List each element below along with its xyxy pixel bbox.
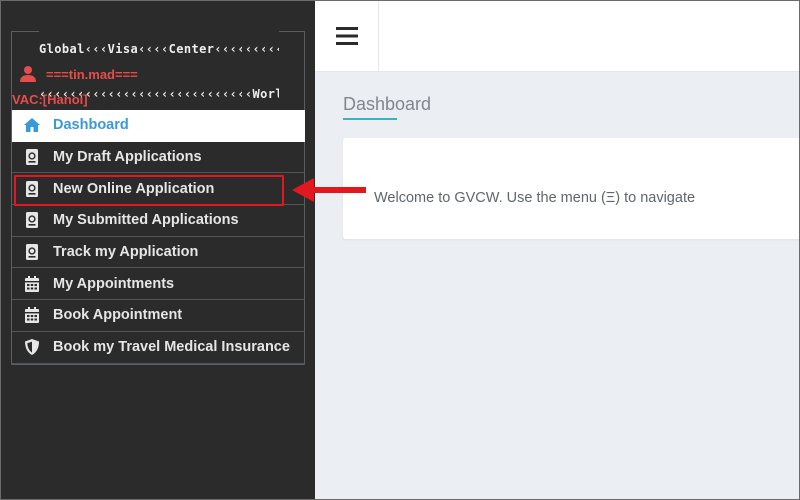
sidebar-item-label: Dashboard xyxy=(53,117,129,134)
brand-line-1: Global‹‹‹Visa‹‹‹‹Center‹‹‹‹‹‹‹‹‹ xyxy=(39,42,279,56)
user-info[interactable]: ===tin.mad=== xyxy=(19,63,138,85)
sidebar-item-track-my-application[interactable]: Track my Application xyxy=(12,237,305,269)
sidebar-item-label: My Draft Applications xyxy=(53,149,202,166)
top-bar xyxy=(315,1,799,72)
shield-icon xyxy=(25,339,39,356)
sidebar-item-label: Book my Travel Medical Insurance xyxy=(53,339,290,356)
passport-icon xyxy=(26,244,38,261)
vac-location: VAC:[Hanoi] xyxy=(12,92,88,107)
page-title: Dashboard xyxy=(343,94,432,114)
passport-icon xyxy=(26,180,38,197)
welcome-card: Welcome to GVCW. Use the menu (Ξ) to nav… xyxy=(343,138,800,239)
sidebar-item-book-appointment[interactable]: Book Appointment xyxy=(12,300,305,332)
sidebar-item-my-submitted-applications[interactable]: My Submitted Applications xyxy=(12,205,305,237)
sidebar-item-dashboard[interactable]: Dashboard xyxy=(12,110,305,142)
calendar-icon xyxy=(25,275,39,292)
user-name: ===tin.mad=== xyxy=(46,66,138,82)
sidebar-item-label: My Appointments xyxy=(53,275,175,292)
hamburger-icon xyxy=(335,27,358,45)
sidebar-item-label: My Submitted Applications xyxy=(53,212,239,229)
user-icon xyxy=(20,66,36,82)
sidebar-menu: Dashboard My Draft Applications New Onli… xyxy=(12,110,305,364)
sidebar-item-label: Book Appointment xyxy=(53,307,183,324)
passport-icon xyxy=(26,149,38,166)
calendar-icon xyxy=(25,307,39,324)
sidebar-item-my-draft-applications[interactable]: My Draft Applications xyxy=(12,142,305,174)
sidebar-item-my-appointments[interactable]: My Appointments xyxy=(12,268,305,301)
title-underline xyxy=(343,118,397,120)
home-icon xyxy=(24,118,40,133)
sidebar-item-book-travel-medical-insurance[interactable]: Book my Travel Medical Insurance xyxy=(12,332,305,364)
main-content: Dashboard Welcome to GVCW. Use the menu … xyxy=(315,72,800,499)
menu-toggle-button[interactable] xyxy=(315,1,379,71)
annotation-arrow-icon xyxy=(292,178,366,202)
sidebar-item-new-online-application[interactable]: New Online Application xyxy=(12,173,305,207)
sidebar-item-label: New Online Application xyxy=(53,180,215,197)
welcome-message: Welcome to GVCW. Use the menu (Ξ) to nav… xyxy=(374,190,696,206)
sidebar: Global‹‹‹Visa‹‹‹‹Center‹‹‹‹‹‹‹‹‹ ‹‹‹‹‹‹‹… xyxy=(1,1,315,499)
passport-icon xyxy=(26,212,38,229)
sidebar-item-label: Track my Application xyxy=(53,244,199,261)
